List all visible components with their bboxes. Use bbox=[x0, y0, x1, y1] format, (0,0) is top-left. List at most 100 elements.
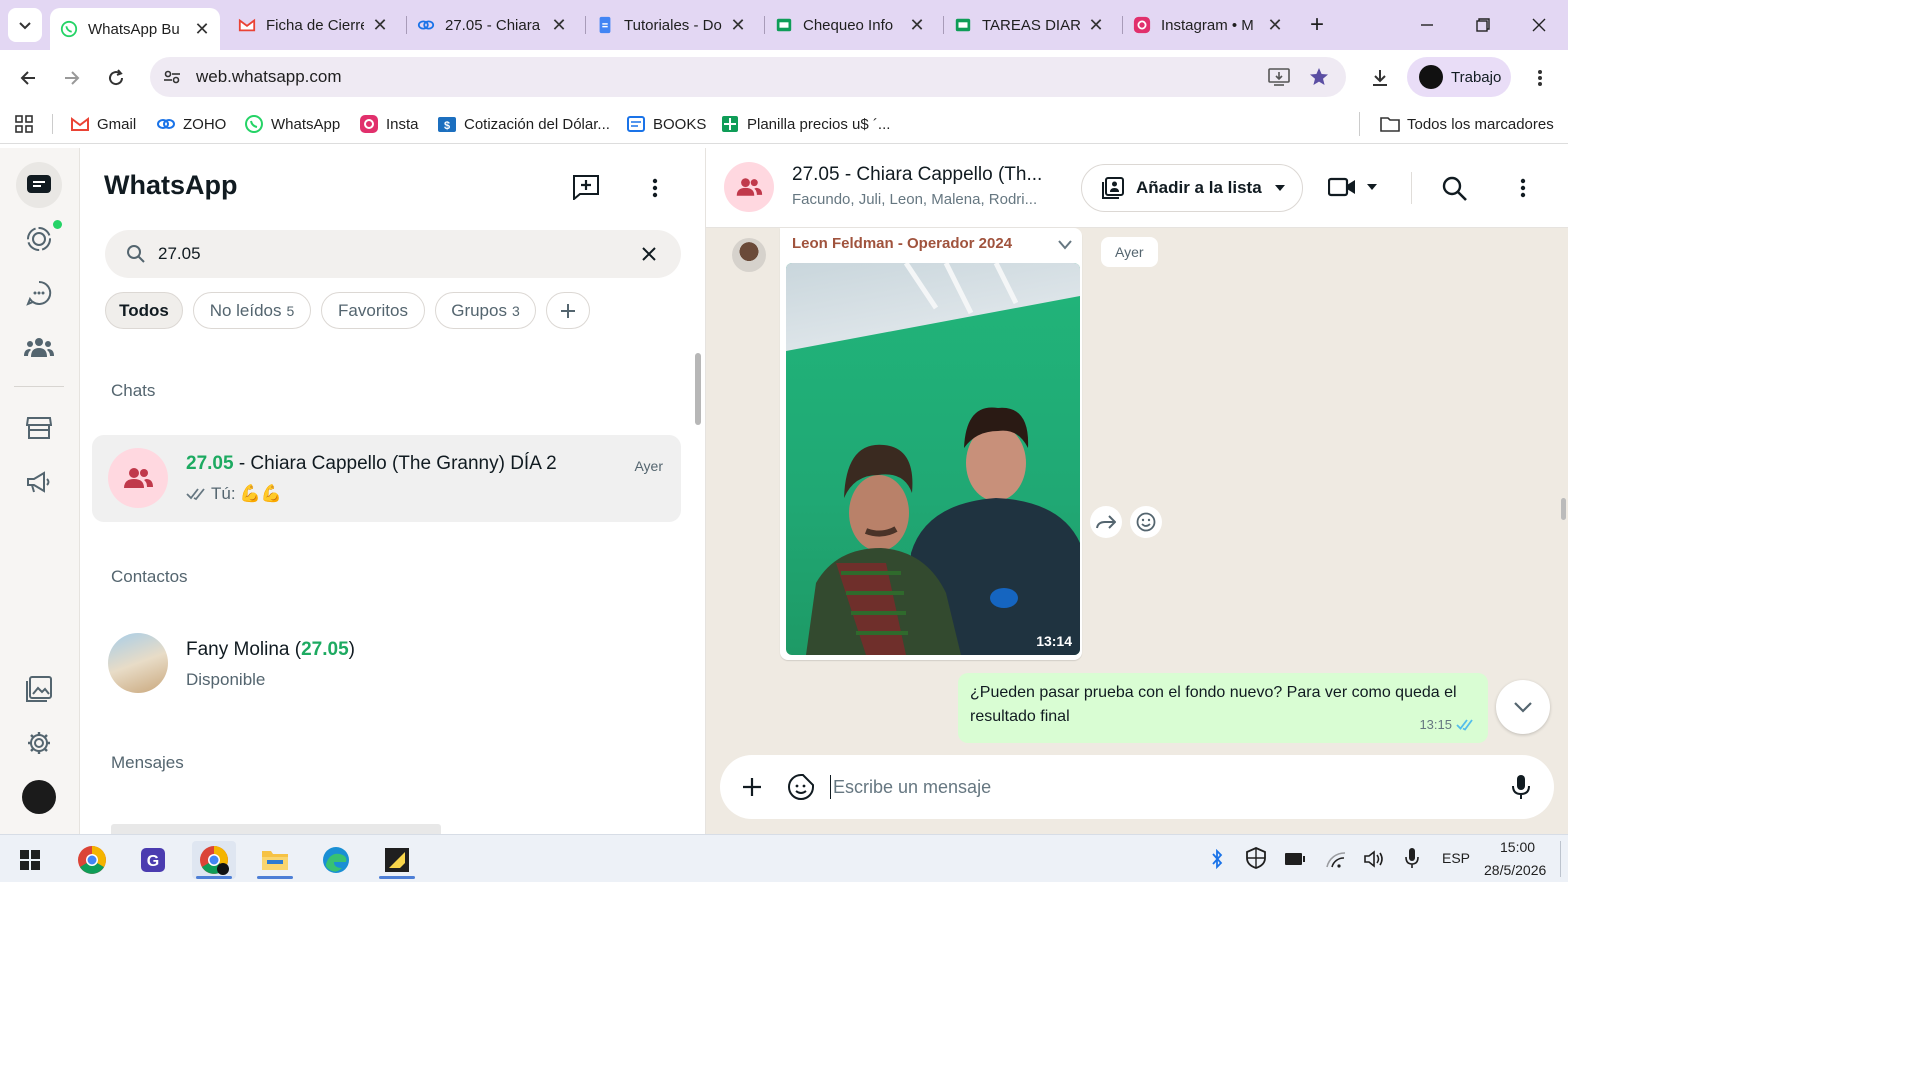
bookmark-star-icon[interactable] bbox=[1308, 66, 1330, 88]
close-icon[interactable]: ✕ bbox=[909, 15, 925, 36]
scroll-to-bottom-button[interactable] bbox=[1496, 680, 1550, 734]
attach-plus-icon[interactable] bbox=[742, 777, 762, 797]
tab-sheets-chequeo[interactable]: Chequeo Info ✕ bbox=[765, 8, 935, 42]
menu-button[interactable] bbox=[652, 178, 658, 198]
taskbar-chrome[interactable] bbox=[70, 841, 114, 879]
downloads-button[interactable] bbox=[1364, 62, 1396, 94]
sticker-icon[interactable] bbox=[788, 774, 814, 800]
forward-button[interactable] bbox=[56, 62, 88, 94]
apps-button[interactable] bbox=[14, 112, 34, 136]
nav-settings-button[interactable] bbox=[16, 720, 62, 766]
taskbar-app-g[interactable]: G bbox=[131, 841, 175, 879]
react-button[interactable] bbox=[1130, 506, 1162, 538]
all-bookmarks-button[interactable]: Todos los marcadores bbox=[1380, 112, 1554, 136]
close-icon[interactable]: ✕ bbox=[372, 15, 388, 36]
nav-status-button[interactable] bbox=[16, 216, 62, 262]
nav-media-button[interactable] bbox=[16, 666, 62, 712]
bookmark-dolar[interactable]: $ Cotización del Dólar... bbox=[437, 112, 610, 136]
bookmark-books[interactable]: BOOKS bbox=[626, 112, 706, 136]
filter-grupos[interactable]: Grupos 3 bbox=[435, 292, 536, 329]
add-filter-button[interactable] bbox=[546, 292, 590, 329]
scrollbar[interactable] bbox=[1561, 498, 1566, 520]
wifi-icon[interactable] bbox=[1325, 850, 1347, 868]
chat-result-row[interactable]: 27.05 - Chiara Cappello (The Granny) DÍA… bbox=[92, 435, 681, 522]
profile-button[interactable]: Trabajo bbox=[1407, 57, 1511, 97]
microphone-icon[interactable] bbox=[1405, 847, 1419, 869]
bookmark-insta[interactable]: Insta bbox=[359, 112, 419, 136]
outgoing-message[interactable]: ¿Pueden pasar prueba con el fondo nuevo?… bbox=[958, 673, 1488, 743]
nav-chats-button[interactable] bbox=[16, 162, 62, 208]
nav-ads-button[interactable] bbox=[16, 459, 62, 505]
nav-channels-button[interactable] bbox=[16, 270, 62, 316]
close-icon[interactable]: ✕ bbox=[730, 15, 746, 36]
video-call-button[interactable] bbox=[1328, 176, 1378, 198]
search-icon bbox=[127, 245, 145, 263]
nav-profile-button[interactable] bbox=[16, 774, 62, 820]
close-window-button[interactable] bbox=[1524, 10, 1554, 40]
conversation-title: 27.05 - Chiara Cappello (Th... bbox=[792, 164, 1043, 185]
minimize-button[interactable] bbox=[1412, 10, 1442, 40]
close-icon[interactable]: ✕ bbox=[551, 15, 567, 36]
input-language[interactable]: ESP bbox=[1442, 850, 1470, 866]
bluetooth-icon[interactable] bbox=[1210, 849, 1224, 869]
message-photo[interactable]: 13:14 bbox=[786, 263, 1080, 655]
microphone-icon[interactable] bbox=[1512, 774, 1530, 800]
message-time: 13:15 bbox=[1419, 717, 1452, 732]
back-button[interactable] bbox=[12, 62, 44, 94]
group-avatar[interactable] bbox=[724, 162, 774, 212]
bookmark-whatsapp[interactable]: WhatsApp bbox=[244, 112, 340, 136]
chat-menu-button[interactable] bbox=[1520, 178, 1526, 198]
site-settings-icon[interactable] bbox=[162, 67, 182, 87]
reload-button[interactable] bbox=[100, 62, 132, 94]
clock-date[interactable]: 28/5/2026 bbox=[1484, 862, 1546, 878]
tab-search-button[interactable] bbox=[8, 8, 42, 42]
tab-gmail[interactable]: Ficha de Cierre ✕ bbox=[228, 8, 398, 42]
install-app-icon[interactable] bbox=[1268, 67, 1290, 87]
filter-favoritos[interactable]: Favoritos bbox=[321, 292, 425, 329]
address-bar[interactable]: web.whatsapp.com bbox=[150, 57, 1346, 97]
tab-chat-link[interactable]: 27.05 - Chiara ✕ bbox=[407, 8, 577, 42]
clock-time[interactable]: 15:00 bbox=[1500, 839, 1535, 855]
battery-icon[interactable] bbox=[1284, 851, 1306, 867]
new-chat-button[interactable] bbox=[572, 174, 600, 200]
bookmark-zoho[interactable]: ZOHO bbox=[156, 112, 226, 136]
nav-catalog-button[interactable] bbox=[16, 405, 62, 451]
search-input[interactable]: 27.05 bbox=[105, 230, 681, 278]
show-desktop-button[interactable] bbox=[1560, 841, 1561, 877]
conversation-header[interactable]: 27.05 - Chiara Cappello (Th... Facundo, … bbox=[706, 148, 1568, 228]
browser-menu-button[interactable] bbox=[1524, 62, 1556, 94]
clear-search-icon[interactable] bbox=[641, 246, 657, 262]
taskbar-sticky-notes[interactable] bbox=[375, 841, 419, 879]
filter-todos[interactable]: Todos bbox=[105, 292, 183, 329]
nav-communities-button[interactable] bbox=[16, 324, 62, 370]
close-icon[interactable]: ✕ bbox=[1088, 15, 1104, 36]
avatar[interactable] bbox=[732, 238, 766, 272]
tab-sheets-tareas[interactable]: TAREAS DIARI ✕ bbox=[944, 8, 1114, 42]
message-input[interactable]: Escribe un mensaje bbox=[833, 777, 991, 798]
message-composer[interactable]: Escribe un mensaje bbox=[720, 755, 1554, 819]
list-item[interactable] bbox=[111, 824, 441, 834]
sheets-icon bbox=[776, 18, 792, 32]
taskbar-file-explorer[interactable] bbox=[253, 841, 297, 879]
bookmark-gmail[interactable]: Gmail bbox=[70, 112, 136, 136]
tab-docs[interactable]: Tutoriales - Do ✕ bbox=[586, 8, 756, 42]
security-shield-icon[interactable] bbox=[1245, 847, 1267, 869]
start-button[interactable] bbox=[8, 841, 52, 879]
taskbar-chrome-profile[interactable] bbox=[192, 841, 236, 879]
chevron-down-icon[interactable] bbox=[1058, 240, 1072, 250]
search-in-chat-button[interactable] bbox=[1442, 176, 1468, 202]
scrollbar[interactable] bbox=[695, 353, 701, 425]
new-tab-button[interactable]: + bbox=[1302, 10, 1332, 40]
tab-instagram[interactable]: Instagram • M ✕ bbox=[1123, 8, 1293, 42]
add-to-list-button[interactable]: Añadir a la lista bbox=[1081, 164, 1303, 212]
bookmark-planilla[interactable]: Planilla precios u$ ´... bbox=[720, 112, 890, 136]
taskbar-edge[interactable] bbox=[314, 841, 358, 879]
tab-whatsapp[interactable]: WhatsApp Bu ✕ bbox=[50, 8, 220, 50]
restore-button[interactable] bbox=[1468, 10, 1498, 40]
filter-no-leidos[interactable]: No leídos 5 bbox=[193, 292, 311, 329]
forward-button[interactable] bbox=[1090, 506, 1122, 538]
contact-result-row[interactable]: Fany Molina (27.05) Disponible bbox=[92, 623, 681, 703]
close-icon[interactable]: ✕ bbox=[194, 19, 210, 40]
close-icon[interactable]: ✕ bbox=[1267, 15, 1283, 36]
volume-icon[interactable] bbox=[1363, 850, 1385, 868]
